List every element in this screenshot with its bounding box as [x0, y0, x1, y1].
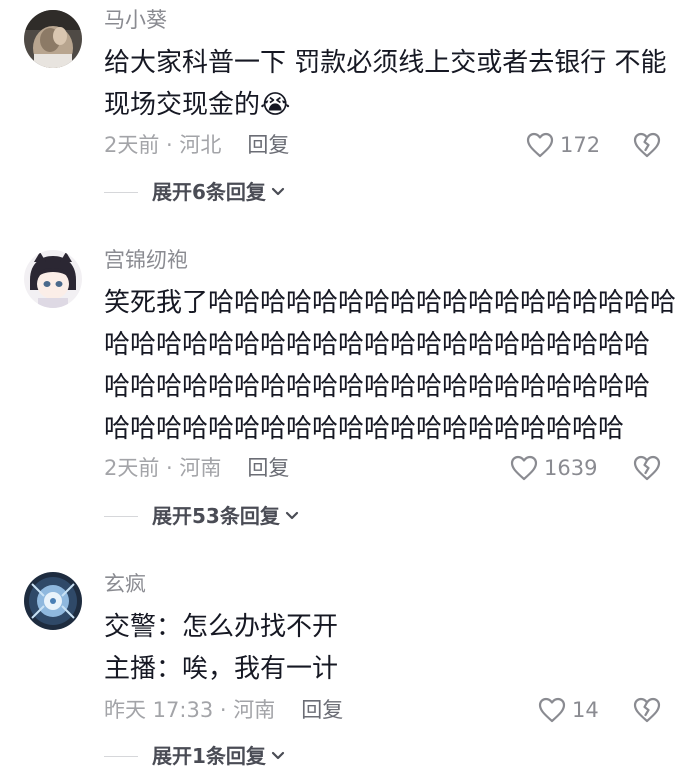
comment-meta: 2天前 · 河南 回复 [104, 454, 289, 482]
comment-text-line: 哈哈哈哈哈哈哈哈哈哈哈哈哈哈哈哈哈哈哈哈哈 [104, 330, 651, 360]
comment-text-line: 主播：唉，我有一计 [104, 654, 339, 684]
divider [104, 515, 138, 517]
comment-meta: 昨天 17:33 · 河南 回复 [104, 696, 343, 724]
reply-button[interactable]: 回复 [301, 698, 343, 722]
expand-replies-button[interactable]: 展开6条回复 [104, 178, 286, 206]
divider [104, 755, 138, 757]
chevron-down-icon [285, 511, 298, 520]
like-button[interactable]: 14 [538, 696, 599, 724]
like-count: 172 [560, 133, 601, 157]
broken-heart-icon [633, 697, 661, 723]
expand-replies-button[interactable]: 展开1条回复 [104, 742, 286, 770]
comment-text: 交警：怎么办找不开 主播：唉，我有一计 [104, 606, 664, 690]
username[interactable]: 玄疯 [104, 570, 146, 598]
divider [104, 191, 138, 193]
comment-item: 宫锦纫袍 笑死我了哈哈哈哈哈哈哈哈哈哈哈哈哈哈哈哈哈哈 哈哈哈哈哈哈哈哈哈哈哈哈… [0, 240, 690, 540]
heart-outline-icon [526, 132, 554, 158]
chevron-down-icon [271, 187, 285, 196]
avatar[interactable] [24, 572, 82, 630]
time-location: 昨天 17:33 · 河南 [104, 698, 276, 722]
comment-item: 玄疯 交警：怎么办找不开 主播：唉，我有一计 昨天 17:33 · 河南 回复 1… [0, 562, 690, 782]
chevron-down-icon [271, 751, 285, 760]
username[interactable]: 马小葵 [104, 6, 167, 34]
dislike-button[interactable] [632, 131, 662, 163]
reply-button[interactable]: 回复 [247, 133, 289, 157]
comment-text: 笑死我了哈哈哈哈哈哈哈哈哈哈哈哈哈哈哈哈哈哈 哈哈哈哈哈哈哈哈哈哈哈哈哈哈哈哈哈… [104, 282, 677, 450]
like-count: 1639 [544, 456, 598, 480]
like-count: 14 [572, 698, 599, 722]
comment-text-line: 哈哈哈哈哈哈哈哈哈哈哈哈哈哈哈哈哈哈哈哈哈 [104, 372, 651, 402]
comment-text-line: 交警：怎么办找不开 [104, 612, 339, 642]
time-location: 2天前 · 河北 [104, 133, 222, 157]
comment-text-line: 笑死我了哈哈哈哈哈哈哈哈哈哈哈哈哈哈哈哈哈哈 [104, 288, 677, 318]
expand-label: 展开6条回复 [152, 180, 266, 204]
broken-heart-icon [633, 455, 661, 481]
comment-text-line: 哈哈哈哈哈哈哈哈哈哈哈哈哈哈哈哈哈哈哈哈 [104, 414, 625, 444]
expand-label: 展开53条回复 [152, 504, 280, 528]
dislike-button[interactable] [632, 454, 662, 486]
time-location: 2天前 · 河南 [104, 456, 222, 480]
comment-meta: 2天前 · 河北 回复 [104, 131, 289, 159]
comment-text: 给大家科普一下 罚款必须线上交或者去银行 不能 现场交现金的😭 [104, 42, 667, 126]
heart-outline-icon [538, 697, 566, 723]
like-button[interactable]: 1639 [510, 454, 597, 482]
avatar[interactable] [24, 10, 82, 68]
expand-replies-button[interactable]: 展开53条回复 [104, 502, 300, 530]
avatar[interactable] [24, 250, 82, 308]
expand-label: 展开1条回复 [152, 744, 266, 768]
like-button[interactable]: 172 [526, 131, 600, 159]
comment-item: 马小葵 给大家科普一下 罚款必须线上交或者去银行 不能 现场交现金的😭 2天前 … [0, 0, 690, 220]
reply-button[interactable]: 回复 [247, 456, 289, 480]
broken-heart-icon [633, 132, 661, 158]
dislike-button[interactable] [632, 696, 662, 728]
comment-text-line: 给大家科普一下 罚款必须线上交或者去银行 不能 [104, 48, 667, 78]
heart-outline-icon [510, 455, 538, 481]
username[interactable]: 宫锦纫袍 [104, 246, 188, 274]
comment-text-line: 现场交现金的😭 [104, 90, 291, 120]
